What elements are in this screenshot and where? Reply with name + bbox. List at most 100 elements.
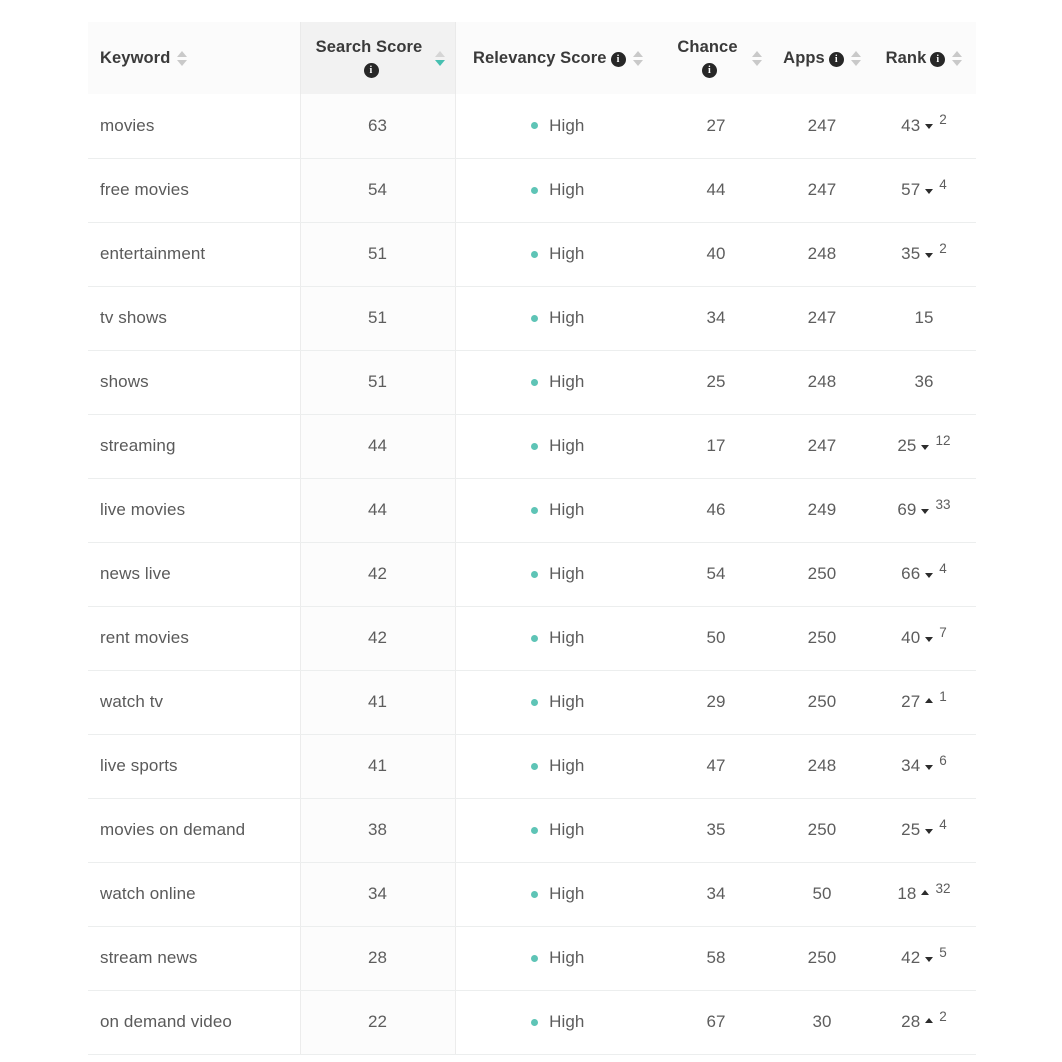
- relevancy-indicator: High: [466, 116, 651, 136]
- cell-relevancy-score: High: [455, 670, 660, 735]
- cell-rank: 18 32: [872, 862, 976, 927]
- cell-keyword[interactable]: stream news: [88, 926, 301, 991]
- status-dot-icon: [531, 826, 539, 834]
- cell-rank: 40 7: [872, 606, 976, 671]
- rank-value-group: 69 33: [897, 497, 950, 520]
- info-icon-rank[interactable]: [930, 52, 946, 67]
- cell-keyword[interactable]: news live: [88, 542, 301, 607]
- rank-delta: 12: [935, 432, 951, 448]
- rank-delta: 6: [939, 752, 947, 768]
- column-header-rank[interactable]: Rank: [872, 22, 976, 94]
- relevancy-indicator: High: [466, 692, 651, 712]
- cell-keyword[interactable]: live movies: [88, 478, 301, 543]
- cell-keyword[interactable]: free movies: [88, 158, 301, 223]
- sort-icon-keyword[interactable]: [177, 50, 188, 66]
- arrow-down-icon: [925, 252, 934, 258]
- sort-icon-rank[interactable]: [952, 50, 963, 66]
- arrow-down-icon: [925, 188, 934, 194]
- cell-search-score: 42: [300, 606, 456, 671]
- column-header-keyword[interactable]: Keyword: [88, 22, 301, 94]
- cell-chance: 47: [660, 734, 772, 799]
- cell-chance: 29: [660, 670, 772, 735]
- table-row[interactable]: rent movies 42 High 50 250 40 7: [88, 606, 976, 671]
- sort-asc-arrow: [177, 50, 188, 57]
- cell-keyword[interactable]: rent movies: [88, 606, 301, 671]
- arrow-down-icon: [925, 956, 934, 962]
- table-row[interactable]: movies 63 High 27 247 43 2: [88, 94, 976, 159]
- table-row[interactable]: shows 51 High 25 248 36: [88, 350, 976, 415]
- info-icon-search-score[interactable]: [363, 63, 379, 79]
- cell-keyword[interactable]: watch online: [88, 862, 301, 927]
- keyword-table-container: Keyword Search Scorei Relevancy Scorei C…: [88, 22, 976, 1055]
- sort-desc-arrow: [952, 59, 963, 66]
- relevancy-label: High: [549, 372, 585, 391]
- table-row[interactable]: tv shows 51 High 34 247 15: [88, 286, 976, 351]
- cell-chance: 34: [660, 286, 772, 351]
- cell-apps: 249: [772, 478, 872, 543]
- cell-keyword[interactable]: watch tv: [88, 670, 301, 735]
- column-header-relevancy-score-label: Relevancy Score: [473, 47, 626, 69]
- rank-value: 42: [901, 948, 921, 967]
- relevancy-indicator: High: [466, 820, 651, 840]
- cell-relevancy-score: High: [455, 798, 660, 863]
- status-dot-icon: [531, 570, 539, 578]
- cell-search-score: 38: [300, 798, 456, 863]
- column-header-apps[interactable]: Apps: [772, 22, 872, 94]
- status-dot-icon: [531, 954, 539, 962]
- relevancy-indicator: High: [466, 372, 651, 392]
- table-row[interactable]: watch online 34 High 34 50 18 32: [88, 862, 976, 927]
- table-row[interactable]: free movies 54 High 44 247 57 4: [88, 158, 976, 223]
- cell-keyword[interactable]: movies: [88, 94, 301, 159]
- cell-keyword[interactable]: entertainment: [88, 222, 301, 287]
- cell-keyword[interactable]: tv shows: [88, 286, 301, 351]
- arrow-down-icon: [925, 828, 934, 834]
- cell-relevancy-score: High: [455, 606, 660, 671]
- cell-keyword[interactable]: live sports: [88, 734, 301, 799]
- rank-value-group: 66 4: [901, 561, 947, 584]
- info-icon-chance[interactable]: [702, 63, 717, 79]
- sort-icon-search-score[interactable]: [434, 50, 445, 66]
- table-row[interactable]: news live 42 High 54 250 66 4: [88, 542, 976, 607]
- column-header-relevancy-score[interactable]: Relevancy Score: [455, 22, 660, 94]
- cell-keyword[interactable]: streaming: [88, 414, 301, 479]
- sort-icon-relevancy-score[interactable]: [632, 50, 643, 66]
- info-icon-relevancy-score[interactable]: [610, 52, 626, 67]
- cell-keyword[interactable]: on demand video: [88, 990, 301, 1055]
- sort-icon-apps[interactable]: [850, 50, 861, 66]
- cell-search-score: 42: [300, 542, 456, 607]
- table-row[interactable]: live sports 41 High 47 248 34 6: [88, 734, 976, 799]
- sort-desc-arrow: [177, 59, 188, 66]
- cell-relevancy-score: High: [455, 734, 660, 799]
- rank-value: 34: [901, 756, 921, 775]
- cell-apps: 250: [772, 798, 872, 863]
- table-row[interactable]: entertainment 51 High 40 248 35 2: [88, 222, 976, 287]
- column-header-chance[interactable]: Chance: [660, 22, 772, 94]
- table-row[interactable]: stream news 28 High 58 250 42 5: [88, 926, 976, 991]
- table-row[interactable]: streaming 44 High 17 247 25 12: [88, 414, 976, 479]
- cell-apps: 248: [772, 350, 872, 415]
- sort-desc-arrow: [752, 59, 762, 66]
- info-icon-apps[interactable]: [828, 52, 844, 67]
- column-header-search-score[interactable]: Search Score: [300, 22, 456, 94]
- sort-icon-chance[interactable]: [752, 50, 762, 66]
- arrow-down-icon: [925, 764, 934, 770]
- rank-value-group: 43 2: [901, 112, 947, 136]
- cell-rank: 36: [872, 350, 976, 415]
- cell-chance: 17: [660, 414, 772, 479]
- cell-keyword[interactable]: movies on demand: [88, 798, 301, 863]
- keyword-table-page: Keyword Search Scorei Relevancy Scorei C…: [0, 0, 1062, 1062]
- relevancy-label: High: [549, 756, 585, 775]
- relevancy-indicator: High: [466, 564, 651, 584]
- cell-apps: 250: [772, 926, 872, 991]
- table-row[interactable]: watch tv 41 High 29 250 27 1: [88, 670, 976, 735]
- table-row[interactable]: live movies 44 High 46 249 69 33: [88, 478, 976, 543]
- relevancy-label: High: [549, 500, 585, 519]
- cell-keyword[interactable]: shows: [88, 350, 301, 415]
- arrow-down-icon: [925, 572, 934, 578]
- relevancy-label: High: [549, 308, 585, 327]
- rank-value: 28: [901, 1012, 921, 1031]
- cell-search-score: 34: [300, 862, 456, 927]
- table-row[interactable]: on demand video 22 High 67 30 28 2: [88, 990, 976, 1055]
- table-row[interactable]: movies on demand 38 High 35 250 25 4: [88, 798, 976, 863]
- rank-delta: 4: [939, 816, 947, 832]
